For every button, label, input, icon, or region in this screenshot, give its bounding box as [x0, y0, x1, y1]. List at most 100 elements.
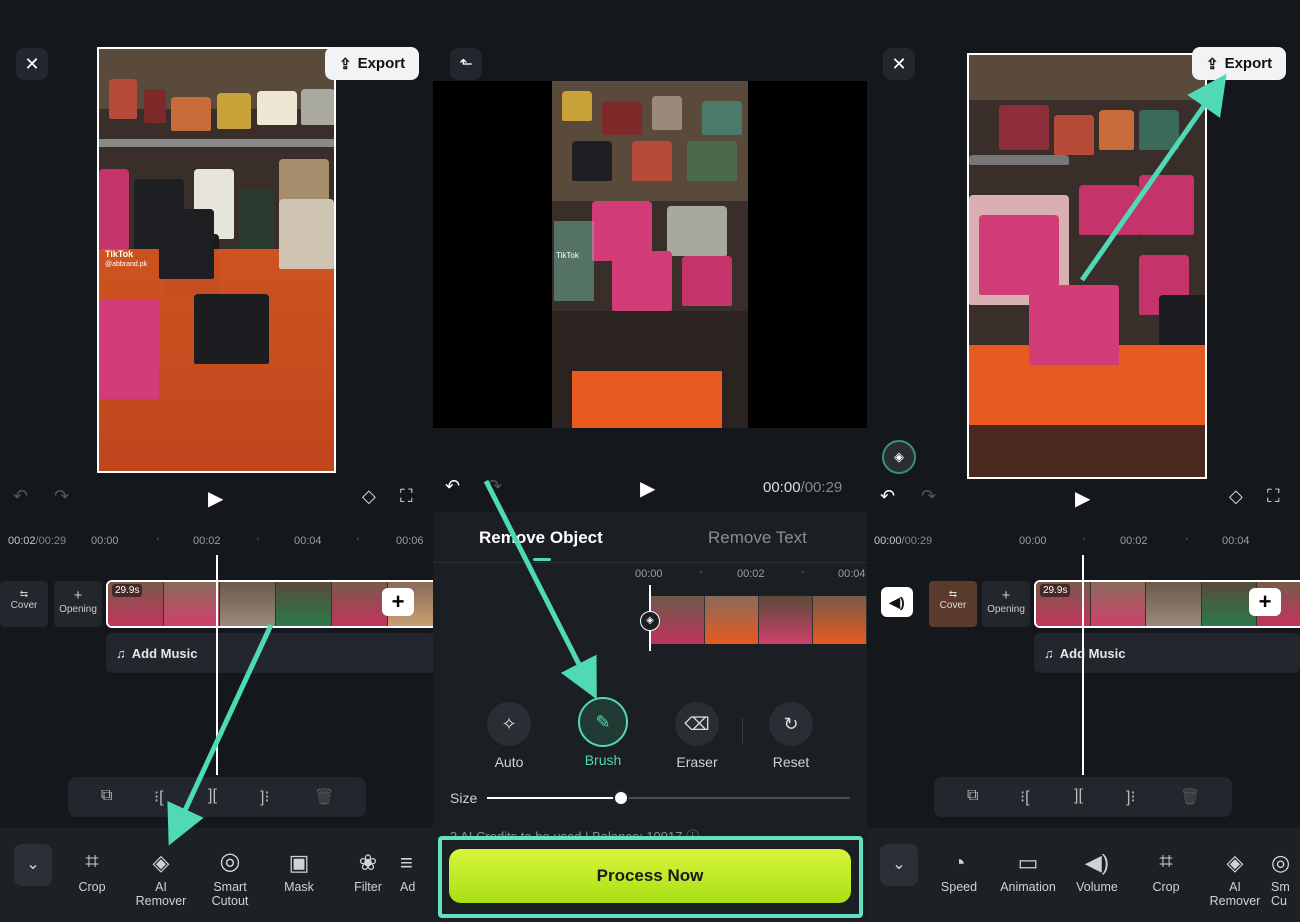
divider [433, 562, 867, 563]
tick: 00:02 [1120, 535, 1148, 547]
auto-wand-icon: ✧ [487, 702, 531, 746]
ai-remover-panel: ⬑ TikTok ↶ ↷ ▶ 00:00/00:29 Remove Object… [433, 0, 867, 922]
size-slider-fill [487, 797, 622, 799]
keyframe-icon[interactable]: ◇ [1229, 486, 1243, 507]
split-left-icon[interactable]: ⁝[ [1020, 787, 1030, 807]
opening-button[interactable]: + Opening [54, 581, 102, 627]
tool-adjust[interactable]: ≡ Ad [400, 842, 433, 894]
divider [742, 718, 743, 744]
play-button[interactable]: ▶ [640, 476, 655, 501]
size-slider[interactable] [487, 790, 850, 806]
tool-ai-remover[interactable]: ◈ AI Remover [129, 842, 193, 908]
redo-icon[interactable]: ↷ [54, 486, 69, 507]
play-button[interactable]: ▶ [208, 486, 223, 511]
option-auto[interactable]: ✧ Auto [469, 702, 549, 770]
add-clip-button[interactable]: + [382, 588, 414, 616]
tool-animation[interactable]: ▭ Animation [996, 842, 1060, 894]
split-left-icon[interactable]: ⁝[ [154, 787, 164, 807]
close-button[interactable]: ✕ [883, 48, 915, 80]
tool-volume[interactable]: ◀) Volume [1065, 842, 1129, 894]
cover-button[interactable]: ⇆ Cover [929, 581, 977, 627]
export-button[interactable]: ⇪ Export [325, 47, 420, 80]
tick: 00:02 [193, 535, 221, 547]
fullscreen-icon[interactable]: ⛶ [1267, 486, 1280, 507]
duplicate-icon[interactable]: ⧉ [101, 787, 112, 805]
option-brush[interactable]: ✎ Brush [563, 697, 643, 768]
tab-remove-object[interactable]: Remove Object [479, 528, 603, 548]
option-eraser[interactable]: ⌫ Eraser [657, 702, 737, 770]
opening-button[interactable]: + Opening [982, 581, 1030, 627]
playhead[interactable] [1082, 555, 1084, 775]
clip-duration: 29.9s [1040, 584, 1071, 597]
keyframe-icon[interactable]: ◇ [362, 486, 376, 507]
split-right-icon[interactable]: ]⁝ [1126, 787, 1136, 807]
watermark-handle: @abbrand.pk [105, 261, 148, 268]
tick-dot: · [356, 533, 360, 545]
collapse-button[interactable]: ⌄ [880, 844, 918, 886]
close-button[interactable]: ✕ [16, 48, 48, 80]
tick-dot: · [1185, 533, 1189, 545]
undo-icon[interactable]: ↶ [13, 486, 28, 507]
process-now-button[interactable]: Process Now [449, 849, 851, 903]
cover-button[interactable]: ⇆ Cover [0, 581, 48, 627]
export-button[interactable]: ⇪ Export [1192, 47, 1287, 80]
time-readout: 00:00/00:29 [763, 479, 843, 496]
plus-icon: + [73, 587, 83, 604]
delete-icon[interactable]: 🗑 [314, 787, 334, 807]
animation-icon: ▭ [1017, 850, 1039, 875]
smart-cutout-icon: ◎ [219, 848, 241, 875]
play-button[interactable]: ▶ [1075, 486, 1090, 511]
video-preview: TikTok [552, 81, 748, 428]
tool-speed[interactable]: ◔ Speed [927, 842, 991, 894]
clip-edit-bar: ⧉ ⁝[ ][ ]⁝ 🗑 [934, 777, 1232, 817]
smart-cutout-icon: ◎ [1271, 850, 1291, 875]
tool-ai-remover[interactable]: ◈ AI Remover [1203, 842, 1267, 908]
crop-icon: ⌗ [1159, 848, 1173, 875]
tick: 00:04 [838, 568, 866, 580]
undo-icon[interactable]: ↶ [445, 476, 460, 497]
time-readout: 00:02/00:29 [8, 535, 67, 547]
toolbar: ⌄ ◔ Speed ▭ Animation ◀) Volume ⌗ Crop ◈ AI R… [867, 828, 1300, 922]
tab-remove-text[interactable]: Remove Text [708, 528, 807, 548]
option-reset[interactable]: ↻ Reset [751, 702, 831, 770]
reset-icon: ↻ [769, 702, 813, 746]
tick: 00:00 [635, 568, 663, 580]
mute-button[interactable]: ◀) [881, 587, 913, 617]
keyframe-dot[interactable]: ◈ [640, 611, 660, 631]
toolbar: ⌄ ⌗ Crop ◈ AI Remover ◎ Smart Cutout ▣ Mask … [0, 828, 433, 922]
tool-crop[interactable]: ⌗ Crop [1134, 842, 1198, 894]
tool-smart-cutout[interactable]: ◎ Smart Cutout [198, 842, 262, 908]
playhead[interactable] [216, 555, 218, 775]
redo-icon[interactable]: ↷ [487, 476, 502, 497]
volume-icon: ◀) [1084, 850, 1110, 875]
tick-dot: · [699, 566, 703, 578]
music-note-icon: ♫ [1044, 645, 1054, 661]
back-button[interactable]: ⬑ [450, 48, 482, 80]
duplicate-icon[interactable]: ⧉ [967, 787, 978, 805]
collapse-button[interactable]: ⌄ [14, 844, 52, 886]
video-track[interactable] [651, 596, 867, 644]
time-readout: 00:00/00:29 [874, 535, 933, 547]
split-right-icon[interactable]: ]⁝ [260, 787, 270, 807]
add-music-track[interactable]: ♫ Add Music [1034, 633, 1300, 673]
ai-remover-icon: ◈ [1226, 850, 1244, 875]
delete-icon[interactable]: 🗑 [1180, 787, 1200, 807]
brush-mask [554, 221, 594, 301]
tick: 00:06 [396, 535, 424, 547]
tool-mask[interactable]: ▣ Mask [267, 842, 331, 894]
watermark: TikTok [105, 249, 134, 259]
fullscreen-icon[interactable]: ⛶ [400, 486, 413, 507]
add-clip-button[interactable]: + [1249, 588, 1281, 616]
redo-icon[interactable]: ↷ [921, 486, 936, 507]
ai-remover-status-icon[interactable]: ◈ [882, 440, 916, 474]
undo-icon[interactable]: ↶ [880, 486, 895, 507]
tool-crop[interactable]: ⌗ Crop [60, 842, 124, 894]
close-icon: ✕ [891, 53, 907, 74]
tool-filter[interactable]: ❀ Filter [336, 842, 400, 894]
add-music-track[interactable]: ♫ Add Music [106, 633, 433, 673]
tool-smart-cutout[interactable]: ◎ Sm Cu [1271, 842, 1300, 908]
upload-icon: ⇪ [1206, 55, 1219, 73]
clip-duration: 29.9s [112, 584, 143, 597]
split-icon[interactable]: ][ [208, 787, 217, 805]
split-icon[interactable]: ][ [1074, 787, 1083, 805]
